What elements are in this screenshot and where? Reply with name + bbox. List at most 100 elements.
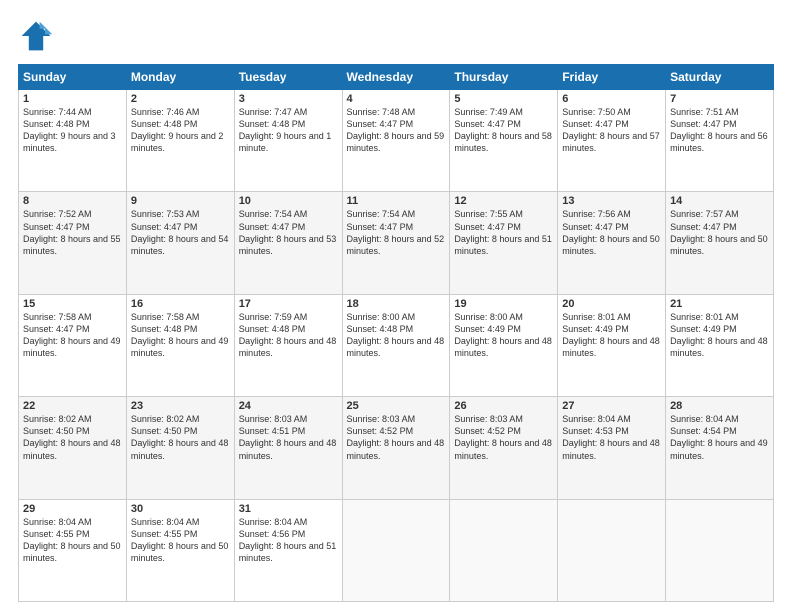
calendar-header-row: SundayMondayTuesdayWednesdayThursdayFrid…: [19, 65, 774, 90]
calendar-cell: 22 Sunrise: 8:02 AMSunset: 4:50 PMDayligh…: [19, 397, 127, 499]
day-info: Sunrise: 7:55 AMSunset: 4:47 PMDaylight:…: [454, 209, 552, 255]
day-info: Sunrise: 8:03 AMSunset: 4:52 PMDaylight:…: [454, 414, 552, 460]
day-number: 29: [23, 503, 122, 515]
day-info: Sunrise: 8:04 AMSunset: 4:55 PMDaylight:…: [131, 517, 229, 563]
calendar-cell: 4Sunrise: 7:48 AMSunset: 4:47 PMDaylight…: [342, 90, 450, 192]
day-number: 26: [454, 400, 553, 412]
day-info: Sunrise: 7:54 AMSunset: 4:47 PMDaylight:…: [239, 209, 337, 255]
logo: [18, 18, 58, 54]
calendar-cell: [342, 499, 450, 601]
day-info: Sunrise: 7:59 AMSunset: 4:48 PMDaylight:…: [239, 312, 337, 358]
calendar-cell: 1 Sunrise: 7:44 AMSunset: 4:48 PMDaylight…: [19, 90, 127, 192]
calendar-cell: 23 Sunrise: 8:02 AMSunset: 4:50 PMDayligh…: [126, 397, 234, 499]
day-header-monday: Monday: [126, 65, 234, 90]
day-number: 17: [239, 298, 338, 310]
day-number: 18: [347, 298, 446, 310]
calendar-week-row: 15Sunrise: 7:58 AMSunset: 4:47 PMDayligh…: [19, 294, 774, 396]
calendar-cell: 29 Sunrise: 8:04 AMSunset: 4:55 PMDayligh…: [19, 499, 127, 601]
calendar-table: SundayMondayTuesdayWednesdayThursdayFrid…: [18, 64, 774, 602]
calendar-cell: 14 Sunrise: 7:57 AMSunset: 4:47 PMDayligh…: [666, 192, 774, 294]
day-number: 23: [131, 400, 230, 412]
day-number: 16: [131, 298, 230, 310]
calendar-cell: 10 Sunrise: 7:54 AMSunset: 4:47 PMDayligh…: [234, 192, 342, 294]
day-header-tuesday: Tuesday: [234, 65, 342, 90]
day-number: 27: [562, 400, 661, 412]
day-info: Sunrise: 7:58 AMSunset: 4:48 PMDaylight:…: [131, 312, 229, 358]
day-header-saturday: Saturday: [666, 65, 774, 90]
day-number: 12: [454, 195, 553, 207]
day-info: Sunrise: 8:04 AMSunset: 4:53 PMDaylight:…: [562, 414, 660, 460]
calendar-cell: 28Sunrise: 8:04 AMSunset: 4:54 PMDayligh…: [666, 397, 774, 499]
calendar-cell: 11 Sunrise: 7:54 AMSunset: 4:47 PMDayligh…: [342, 192, 450, 294]
calendar-cell: 31Sunrise: 8:04 AMSunset: 4:56 PMDayligh…: [234, 499, 342, 601]
day-number: 6: [562, 93, 661, 105]
day-info: Sunrise: 7:46 AMSunset: 4:48 PMDaylight:…: [131, 107, 224, 153]
calendar-cell: 8 Sunrise: 7:52 AMSunset: 4:47 PMDaylight…: [19, 192, 127, 294]
day-number: 7: [670, 93, 769, 105]
day-info: Sunrise: 7:57 AMSunset: 4:47 PMDaylight:…: [670, 209, 768, 255]
day-info: Sunrise: 8:01 AMSunset: 4:49 PMDaylight:…: [562, 312, 660, 358]
day-info: Sunrise: 7:49 AMSunset: 4:47 PMDaylight:…: [454, 107, 552, 153]
day-number: 20: [562, 298, 661, 310]
day-number: 1: [23, 93, 122, 105]
day-info: Sunrise: 8:00 AMSunset: 4:48 PMDaylight:…: [347, 312, 445, 358]
calendar-cell: 16 Sunrise: 7:58 AMSunset: 4:48 PMDayligh…: [126, 294, 234, 396]
day-info: Sunrise: 7:53 AMSunset: 4:47 PMDaylight:…: [131, 209, 229, 255]
calendar-cell: 3Sunrise: 7:47 AMSunset: 4:48 PMDaylight…: [234, 90, 342, 192]
day-number: 10: [239, 195, 338, 207]
day-header-wednesday: Wednesday: [342, 65, 450, 90]
day-info: Sunrise: 8:04 AMSunset: 4:55 PMDaylight:…: [23, 517, 121, 563]
day-number: 25: [347, 400, 446, 412]
calendar-week-row: 29 Sunrise: 8:04 AMSunset: 4:55 PMDayligh…: [19, 499, 774, 601]
calendar-cell: 7 Sunrise: 7:51 AMSunset: 4:47 PMDaylight…: [666, 90, 774, 192]
header: [18, 18, 774, 54]
day-number: 30: [131, 503, 230, 515]
day-number: 14: [670, 195, 769, 207]
calendar-cell: 24 Sunrise: 8:03 AMSunset: 4:51 PMDayligh…: [234, 397, 342, 499]
logo-icon: [18, 18, 54, 54]
day-info: Sunrise: 7:54 AMSunset: 4:47 PMDaylight:…: [347, 209, 445, 255]
day-info: Sunrise: 8:00 AMSunset: 4:49 PMDaylight:…: [454, 312, 552, 358]
day-info: Sunrise: 7:51 AMSunset: 4:47 PMDaylight:…: [670, 107, 768, 153]
calendar-cell: 5 Sunrise: 7:49 AMSunset: 4:47 PMDaylight…: [450, 90, 558, 192]
calendar-cell: 21 Sunrise: 8:01 AMSunset: 4:49 PMDayligh…: [666, 294, 774, 396]
day-info: Sunrise: 8:01 AMSunset: 4:49 PMDaylight:…: [670, 312, 768, 358]
calendar-cell: 27 Sunrise: 8:04 AMSunset: 4:53 PMDayligh…: [558, 397, 666, 499]
day-info: Sunrise: 8:03 AMSunset: 4:52 PMDaylight:…: [347, 414, 445, 460]
day-number: 13: [562, 195, 661, 207]
day-info: Sunrise: 8:03 AMSunset: 4:51 PMDaylight:…: [239, 414, 337, 460]
day-number: 11: [347, 195, 446, 207]
day-number: 31: [239, 503, 338, 515]
day-number: 5: [454, 93, 553, 105]
day-number: 2: [131, 93, 230, 105]
day-number: 24: [239, 400, 338, 412]
calendar-cell: 9Sunrise: 7:53 AMSunset: 4:47 PMDaylight…: [126, 192, 234, 294]
day-number: 19: [454, 298, 553, 310]
day-info: Sunrise: 7:48 AMSunset: 4:47 PMDaylight:…: [347, 107, 445, 153]
day-info: Sunrise: 8:02 AMSunset: 4:50 PMDaylight:…: [131, 414, 229, 460]
calendar-cell: [558, 499, 666, 601]
calendar-week-row: 22 Sunrise: 8:02 AMSunset: 4:50 PMDayligh…: [19, 397, 774, 499]
day-info: Sunrise: 8:02 AMSunset: 4:50 PMDaylight:…: [23, 414, 121, 460]
day-info: Sunrise: 7:56 AMSunset: 4:47 PMDaylight:…: [562, 209, 660, 255]
calendar-week-row: 1 Sunrise: 7:44 AMSunset: 4:48 PMDaylight…: [19, 90, 774, 192]
calendar-week-row: 8 Sunrise: 7:52 AMSunset: 4:47 PMDaylight…: [19, 192, 774, 294]
day-number: 28: [670, 400, 769, 412]
calendar-cell: 15Sunrise: 7:58 AMSunset: 4:47 PMDayligh…: [19, 294, 127, 396]
calendar-cell: [450, 499, 558, 601]
calendar-cell: 6Sunrise: 7:50 AMSunset: 4:47 PMDaylight…: [558, 90, 666, 192]
calendar-cell: 20 Sunrise: 8:01 AMSunset: 4:49 PMDayligh…: [558, 294, 666, 396]
calendar-cell: 19 Sunrise: 8:00 AMSunset: 4:49 PMDayligh…: [450, 294, 558, 396]
day-info: Sunrise: 7:44 AMSunset: 4:48 PMDaylight:…: [23, 107, 116, 153]
day-info: Sunrise: 7:47 AMSunset: 4:48 PMDaylight:…: [239, 107, 332, 153]
day-number: 21: [670, 298, 769, 310]
day-info: Sunrise: 7:52 AMSunset: 4:47 PMDaylight:…: [23, 209, 121, 255]
page: SundayMondayTuesdayWednesdayThursdayFrid…: [0, 0, 792, 612]
day-number: 22: [23, 400, 122, 412]
day-number: 8: [23, 195, 122, 207]
calendar-cell: 18 Sunrise: 8:00 AMSunset: 4:48 PMDayligh…: [342, 294, 450, 396]
calendar-cell: 12 Sunrise: 7:55 AMSunset: 4:47 PMDayligh…: [450, 192, 558, 294]
calendar-cell: 26 Sunrise: 8:03 AMSunset: 4:52 PMDayligh…: [450, 397, 558, 499]
day-header-sunday: Sunday: [19, 65, 127, 90]
calendar-cell: 25 Sunrise: 8:03 AMSunset: 4:52 PMDayligh…: [342, 397, 450, 499]
